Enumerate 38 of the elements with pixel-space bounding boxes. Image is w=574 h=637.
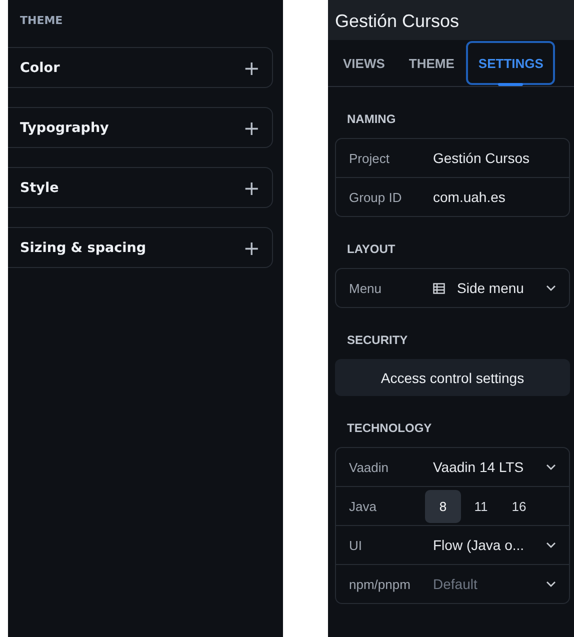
segment-option[interactable]: 8 <box>425 490 461 522</box>
section-heading: LAYOUT <box>346 241 396 258</box>
chevron-icon <box>546 581 556 587</box>
field-label: Menu <box>349 280 383 296</box>
tab[interactable]: VIEWS <box>331 41 397 85</box>
field-label: Java <box>349 498 378 514</box>
dropdown[interactable]: Default <box>433 570 556 598</box>
accordion-item[interactable]: Typography + <box>8 107 273 148</box>
dropdown[interactable]: Vaadin 14 LTS <box>433 453 556 481</box>
segment-option[interactable]: 16 <box>501 490 537 522</box>
text-field[interactable]: com.uah.es <box>433 189 506 205</box>
dropdown[interactable]: Flow (Java o... <box>433 531 556 559</box>
field-label: npm/pnpm <box>349 576 412 592</box>
text-field[interactable]: Gestión Cursos <box>433 150 530 166</box>
section-heading: TECHNOLOGY <box>346 420 433 437</box>
window-title: Gestión Cursos <box>328 0 574 40</box>
accordion-item[interactable]: Color + <box>8 47 273 88</box>
chevron-icon <box>546 464 556 470</box>
accordion-item[interactable]: Style + <box>8 167 273 208</box>
field-label: Group ID <box>349 190 403 204</box>
field-label: Project <box>349 150 390 166</box>
accordion-item[interactable]: Sizing & spacing + <box>8 227 273 268</box>
segment-option[interactable]: 11 <box>463 490 499 522</box>
field-label: Vaadin <box>349 460 390 474</box>
chevron-icon <box>546 285 556 291</box>
plus-icon[interactable]: + <box>243 178 260 198</box>
tab[interactable]: THEME <box>396 41 466 85</box>
tab[interactable]: SETTINGS <box>466 41 556 85</box>
dropdown[interactable]: Side menu <box>433 274 556 302</box>
access-control-button[interactable]: Access control settings <box>335 359 570 396</box>
plus-icon[interactable]: + <box>243 58 260 78</box>
plus-icon[interactable]: + <box>243 118 260 138</box>
section-heading: THEME <box>19 14 64 29</box>
plus-icon[interactable]: + <box>243 238 260 258</box>
field-label: UI <box>349 538 363 552</box>
section-heading: SECURITY <box>346 332 409 349</box>
chevron-icon <box>546 542 556 548</box>
section-heading: NAMING <box>346 111 397 128</box>
